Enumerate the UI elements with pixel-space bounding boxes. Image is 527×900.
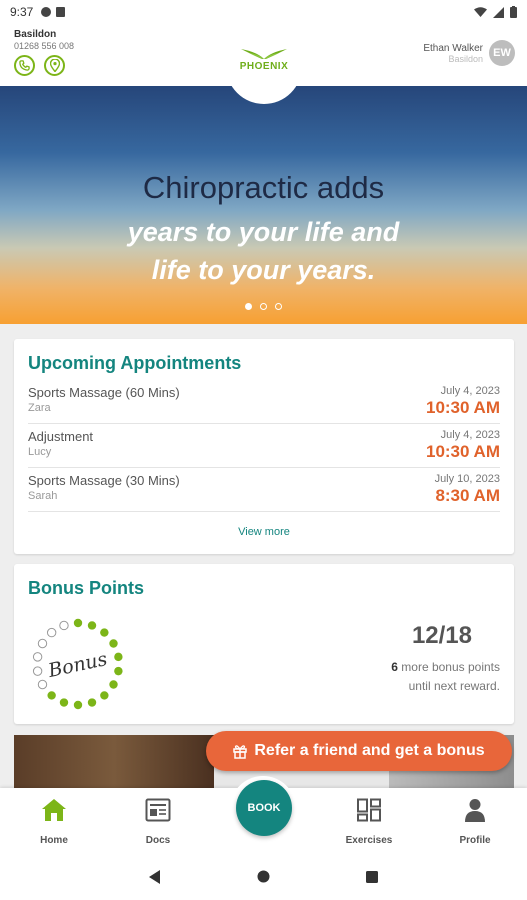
clinic-name: Basildon	[14, 29, 57, 40]
bonus-point-earned	[73, 618, 83, 628]
refer-friend-button[interactable]: Refer a friend and get a bonus	[206, 731, 512, 771]
battery-icon	[510, 6, 517, 18]
logo-text: PHOENIX	[239, 61, 289, 72]
appointment-date: July 4, 2023	[440, 385, 500, 397]
appointment-time: 10:30 AM	[425, 398, 500, 417]
appointments-title: Upcoming Appointments	[28, 353, 242, 373]
bonus-point-empty	[59, 620, 69, 631]
bonus-point-empty	[46, 627, 57, 638]
carousel-dot[interactable]	[275, 303, 282, 310]
hero-line-2: years to your life and	[127, 217, 400, 247]
system-nav-bar	[0, 853, 527, 900]
app-header: Basildon 01268 556 008 PHOENIX Ethan Wal…	[0, 24, 527, 104]
bonus-point-earned	[47, 691, 56, 700]
bonus-point-empty	[32, 652, 43, 662]
clinic-info: Basildon 01268 556 008	[14, 29, 74, 76]
user-location: Basildon	[448, 53, 483, 64]
nav-exercises[interactable]: Exercises	[334, 798, 404, 846]
home-icon	[42, 799, 66, 821]
bonus-title: Bonus Points	[28, 578, 144, 598]
home-circle-icon[interactable]	[257, 870, 270, 883]
location-pin-icon[interactable]	[44, 55, 65, 76]
phoenix-wings-icon	[241, 49, 287, 59]
user-name: Ethan Walker	[423, 42, 483, 54]
bonus-point-earned	[114, 652, 123, 662]
bonus-remaining: 6	[391, 660, 398, 674]
wifi-icon	[474, 6, 487, 17]
bonus-point-earned	[100, 628, 109, 637]
hero-line-3: life to your years.	[151, 255, 376, 285]
status-time: 9:37	[10, 5, 34, 19]
refer-friend-label: Refer a friend and get a bonus	[254, 742, 485, 759]
appointment-time: 8:30 AM	[435, 486, 500, 505]
appointment-row[interactable]: Adjustment Lucy July 4, 2023 10:30 AM	[28, 424, 500, 468]
appointments-card: Upcoming Appointments Sports Massage (60…	[14, 339, 514, 554]
appointment-service: Adjustment	[28, 429, 94, 444]
appointment-practitioner: Sarah	[28, 490, 58, 502]
nav-docs-label: Docs	[145, 835, 171, 846]
appointment-practitioner: Lucy	[28, 446, 52, 458]
sync-icon	[41, 7, 52, 17]
bonus-ring-label: Bonus	[45, 648, 109, 682]
bonus-point-earned	[100, 691, 109, 700]
nav-exercises-label: Exercises	[345, 835, 393, 846]
appointment-service: Sports Massage (30 Mins)	[28, 473, 180, 488]
bonus-progress-ring: Bonus	[32, 618, 123, 710]
signal-icon	[493, 6, 504, 18]
bonus-point-empty	[32, 666, 43, 676]
nav-home[interactable]: Home	[19, 798, 89, 846]
bonus-count: 12/18	[411, 622, 472, 649]
bonus-point-earned	[73, 700, 83, 710]
hero-line-1: Chiropractic adds	[142, 170, 385, 205]
bonus-point-earned	[109, 680, 118, 689]
bonus-point-earned	[59, 698, 69, 707]
bonus-point-earned	[87, 698, 97, 707]
bonus-note-rest: more bonus points	[397, 660, 500, 674]
appointment-date: July 4, 2023	[440, 429, 500, 441]
sim-icon	[56, 7, 66, 17]
gift-icon	[233, 744, 248, 759]
appointment-row[interactable]: Sports Massage (30 Mins) Sarah July 10, …	[28, 468, 500, 512]
nav-docs[interactable]: Docs	[123, 798, 193, 846]
appointment-date: July 10, 2023	[434, 473, 500, 485]
appointment-time: 10:30 AM	[425, 442, 500, 461]
nav-profile[interactable]: Profile	[440, 798, 510, 846]
bonus-point-earned	[87, 621, 97, 630]
appointment-practitioner: Zara	[28, 402, 51, 414]
carousel-dot[interactable]	[260, 303, 267, 310]
bonus-point-earned	[114, 666, 123, 676]
back-icon[interactable]	[149, 869, 161, 884]
carousel-dot[interactable]	[245, 303, 252, 310]
view-more-link[interactable]: View more	[28, 526, 500, 538]
user-profile-chip[interactable]: Ethan Walker Basildon EW	[423, 40, 515, 66]
appointment-service: Sports Massage (60 Mins)	[28, 385, 180, 400]
recents-icon[interactable]	[366, 870, 378, 883]
appointment-row[interactable]: Sports Massage (60 Mins) Zara July 4, 20…	[28, 380, 500, 424]
hero-banner[interactable]: Chiropractic adds years to your life and…	[0, 86, 527, 324]
book-button[interactable]: BOOK	[236, 780, 292, 836]
exercises-icon	[357, 798, 381, 822]
bonus-note-line2: until next reward.	[408, 679, 500, 693]
avatar[interactable]: EW	[489, 40, 515, 66]
profile-icon	[465, 799, 485, 822]
bonus-point-empty	[37, 679, 48, 690]
bonus-points-card[interactable]: Bonus Points Bonus 12/18 6 more bonus po…	[14, 564, 514, 724]
carousel-dots	[0, 303, 527, 310]
nav-home-label: Home	[40, 835, 68, 846]
bonus-point-empty	[37, 638, 48, 649]
nav-profile-label: Profile	[459, 835, 491, 846]
bonus-note: 6 more bonus points until next reward.	[300, 658, 500, 696]
status-bar: 9:37	[0, 0, 527, 24]
bonus-point-earned	[109, 639, 118, 648]
docs-icon	[145, 798, 171, 822]
phone-icon[interactable]	[14, 55, 35, 76]
clinic-phone: 01268 556 008	[14, 41, 75, 51]
